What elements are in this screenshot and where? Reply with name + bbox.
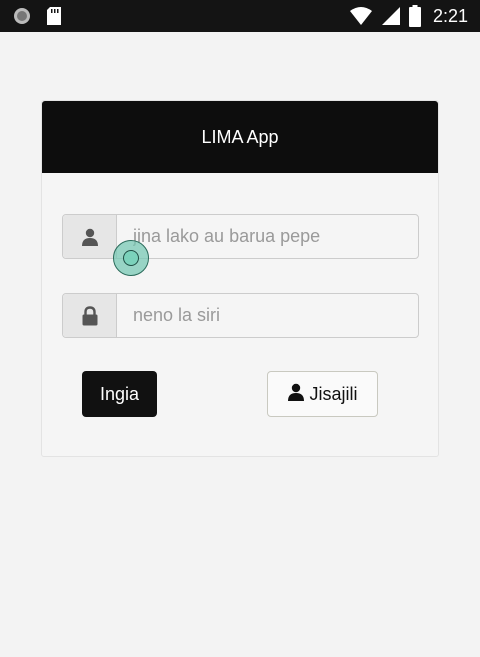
- status-bar: 2:21: [0, 0, 480, 32]
- password-input-group: [62, 293, 419, 338]
- card-body: Ingia Jisajili: [42, 173, 438, 458]
- circle-notification-icon: [12, 6, 32, 26]
- wifi-icon: [349, 6, 373, 26]
- login-button-label: Ingia: [99, 383, 140, 404]
- register-button-label: Jisajili: [309, 383, 358, 404]
- register-button[interactable]: Jisajili: [267, 371, 378, 417]
- sd-card-icon: [46, 6, 62, 26]
- battery-icon: [408, 5, 421, 27]
- status-right: 2:21: [349, 5, 468, 27]
- login-card: LIMA App Ingia: [41, 100, 439, 457]
- signal-icon: [381, 6, 401, 26]
- app-title: LIMA App: [201, 126, 279, 147]
- password-input[interactable]: [117, 294, 418, 337]
- user-icon: [287, 383, 305, 406]
- touch-indicator-center: [123, 250, 139, 266]
- login-button[interactable]: Ingia: [82, 371, 157, 417]
- status-left: [12, 6, 62, 26]
- user-icon: [63, 215, 117, 258]
- touch-indicator: [113, 240, 149, 276]
- username-input[interactable]: [117, 215, 418, 258]
- card-header: LIMA App: [42, 101, 438, 173]
- lock-icon: [63, 294, 117, 337]
- status-time: 2:21: [432, 5, 468, 26]
